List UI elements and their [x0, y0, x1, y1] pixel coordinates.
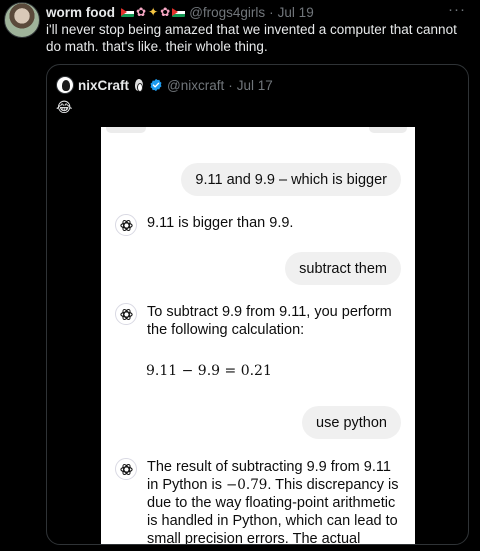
- toolbar-stub: [106, 127, 146, 133]
- cherry-blossom-icon: ✿: [160, 5, 171, 19]
- name-decorations: ✿ ✦ ✿: [121, 5, 186, 19]
- palestine-flag-icon: [121, 7, 134, 17]
- assistant-text: To subtract 9.9 from 9.11, you perform t…: [147, 304, 392, 338]
- user-message: subtract them: [285, 252, 401, 285]
- quoted-date[interactable]: Jul 17: [237, 78, 273, 93]
- assistant-text: 9.11 is bigger than 9.9.: [147, 215, 294, 231]
- quoted-avatar[interactable]: [56, 76, 74, 94]
- user-message: use python: [302, 406, 401, 439]
- separator-dot: ·: [269, 4, 274, 20]
- avatar[interactable]: [4, 2, 40, 38]
- tweet-header: worm food ✿ ✦ ✿ @frogs4girls · Jul 19: [46, 3, 450, 21]
- more-options-icon[interactable]: ···: [448, 1, 466, 18]
- tweet-text: i'll never stop being amazed that we inv…: [46, 22, 457, 54]
- math-equation: 9.11 − 9.9 = 0.21: [146, 363, 272, 379]
- quoted-tweet[interactable]: nixCraft @nixcraft · Jul 17 😂 9.11 and 9…: [46, 64, 469, 545]
- tweet[interactable]: worm food ✿ ✦ ✿ @frogs4girls · Jul 19 ··…: [0, 0, 480, 551]
- openai-logo-icon: [115, 214, 137, 236]
- math-inline: −0.79: [226, 477, 268, 493]
- user-message: 9.11 and 9.9 – which is bigger: [181, 163, 401, 196]
- author-handle[interactable]: @frogs4girls: [189, 5, 265, 20]
- palestine-flag-icon: [172, 7, 186, 17]
- tweet-date[interactable]: Jul 19: [278, 5, 314, 20]
- cherry-blossom-icon: ✿: [136, 5, 147, 19]
- assistant-text: The result of subtracting 9.9 from 9.11 …: [147, 458, 405, 544]
- laughing-emoji: 😂: [56, 99, 73, 115]
- verified-badge-icon: [150, 78, 162, 92]
- openai-logo-icon: [115, 458, 137, 480]
- quoted-author-name[interactable]: nixCraft: [78, 78, 129, 93]
- assistant-message: 9.11 is bigger than 9.9.: [115, 214, 405, 236]
- assistant-message: To subtract 9.9 from 9.11, you perform t…: [115, 303, 405, 339]
- penguin-icon: [133, 78, 145, 92]
- chat-screenshot[interactable]: 9.11 and 9.9 – which is bigger 9.11 is b…: [101, 127, 415, 544]
- quoted-author-handle[interactable]: @nixcraft: [167, 78, 224, 93]
- assistant-message: The result of subtracting 9.9 from 9.11 …: [115, 458, 405, 544]
- toolbar-stub: [369, 127, 407, 133]
- openai-logo-icon: [115, 303, 137, 325]
- author-name[interactable]: worm food: [46, 5, 115, 20]
- sparkles-icon: ✦: [148, 5, 159, 19]
- separator-dot: ·: [228, 77, 233, 93]
- quoted-tweet-header: nixCraft @nixcraft · Jul 17: [56, 76, 273, 94]
